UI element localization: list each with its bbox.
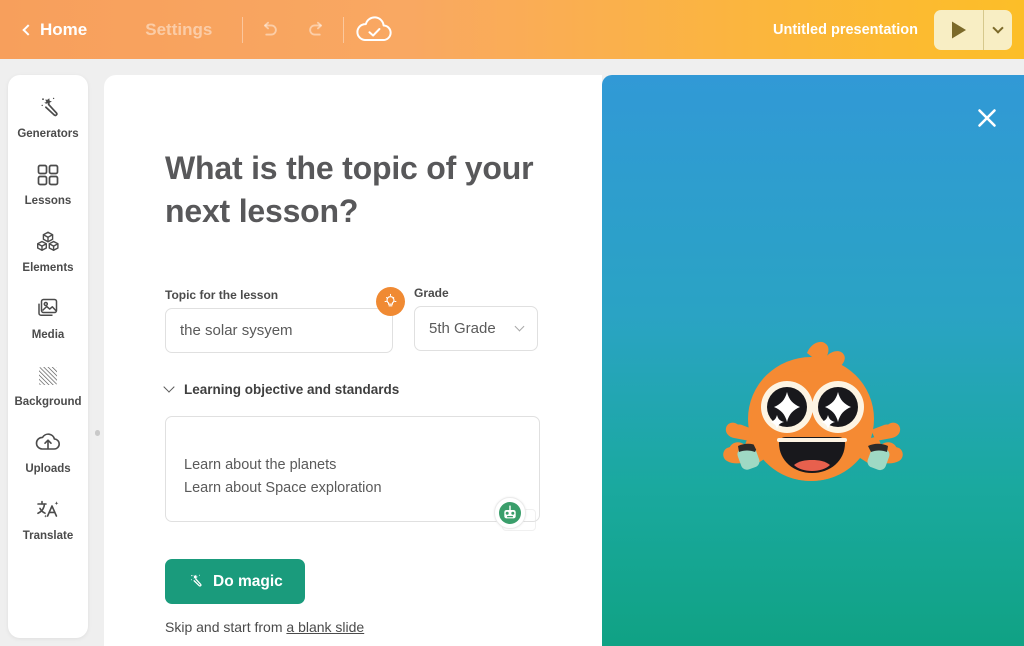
do-magic-button-label: Do magic	[213, 572, 283, 590]
sidebar-item-label: Generators	[17, 128, 79, 140]
objective-textarea-value: Learn about the planets Learn about Spac…	[184, 457, 382, 497]
sidebar-scrollbar-thumb[interactable]	[95, 430, 100, 436]
undo-button[interactable]	[245, 10, 293, 50]
topic-input[interactable]: the solar sysyem	[165, 308, 393, 353]
illustration-panel	[602, 75, 1024, 646]
close-icon	[978, 109, 996, 127]
skip-prefix-text: Skip and start from	[165, 619, 287, 635]
skip-row: Skip and start from a blank slide	[165, 619, 364, 635]
play-button[interactable]	[934, 9, 984, 50]
lightbulb-icon	[384, 293, 397, 307]
sidebar-item-label: Lessons	[24, 195, 72, 207]
present-options-button[interactable]	[984, 10, 1012, 50]
topic-field-group: Topic for the lesson the solar sysyem	[165, 288, 393, 353]
blank-slide-link[interactable]: a blank slide	[286, 619, 364, 635]
sidebar-item-media[interactable]: Media	[10, 290, 86, 345]
objective-section-title: Learning objective and standards	[184, 382, 400, 397]
chevron-down-icon	[163, 381, 175, 393]
header-divider-1	[242, 16, 244, 43]
home-button-label: Home	[40, 19, 88, 39]
topic-field-label: Topic for the lesson	[165, 288, 279, 302]
orange-mascot-star-eyes-icon	[723, 341, 903, 481]
photos-icon	[34, 294, 62, 324]
hatch-pattern-icon	[35, 361, 61, 391]
presentation-title[interactable]: Untitled presentation	[773, 22, 918, 38]
grade-select[interactable]: 5th Grade	[414, 306, 538, 351]
magic-wand-icon	[190, 574, 202, 587]
close-button[interactable]	[970, 101, 1004, 135]
assistant-button[interactable]	[494, 497, 526, 529]
undo-icon	[264, 21, 278, 35]
sidebar-item-elements[interactable]: Elements	[10, 223, 86, 278]
page-title: What is the topic of your next lesson?	[165, 150, 534, 230]
sidebar-item-label: Media	[31, 329, 65, 341]
sidebar-item-label: Elements	[22, 262, 74, 274]
chevron-left-icon	[22, 23, 34, 36]
header-left-group: Home Settings	[0, 0, 402, 59]
header-right-group: Untitled presentation	[773, 0, 1024, 59]
redo-icon	[309, 21, 323, 35]
header-divider-2	[343, 16, 345, 43]
sidebar-item-translate[interactable]: Translate	[10, 491, 86, 546]
chevron-down-icon	[514, 321, 525, 332]
settings-button[interactable]: Settings	[117, 20, 240, 40]
home-button[interactable]: Home	[22, 19, 117, 40]
grid-squares-icon	[35, 160, 61, 190]
magic-wand-icon	[34, 93, 62, 123]
topic-input-value: the solar sysyem	[180, 322, 293, 339]
translate-icon	[34, 495, 62, 525]
grade-field-group: Grade 5th Grade	[414, 286, 538, 351]
cloud-check-icon	[356, 15, 392, 41]
sidebar-item-label: Uploads	[25, 463, 71, 475]
sidebar-item-label: Translate	[22, 530, 74, 542]
sidebar-item-generators[interactable]: Generators	[10, 89, 86, 144]
topic-hint-button[interactable]	[376, 287, 405, 316]
play-icon	[951, 21, 966, 38]
objective-textarea[interactable]: Learn about the planets Learn about Spac…	[165, 416, 540, 522]
robot-icon	[499, 502, 521, 524]
objective-section-toggle[interactable]: Learning objective and standards	[163, 381, 400, 397]
grade-select-value: 5th Grade	[429, 320, 496, 337]
redo-button[interactable]	[293, 10, 341, 50]
save-status-button[interactable]	[346, 10, 402, 50]
sidebar-item-uploads[interactable]: Uploads	[10, 424, 86, 479]
grade-field-label: Grade	[414, 286, 449, 300]
present-button-group	[934, 9, 1012, 50]
cubes-icon	[34, 227, 62, 257]
sidebar-item-background[interactable]: Background	[10, 357, 86, 412]
chevron-down-icon	[992, 21, 1004, 34]
do-magic-button[interactable]: Do magic	[165, 559, 305, 604]
left-sidebar: Generators Lessons Elements Media Backgr…	[8, 75, 88, 638]
sidebar-item-lessons[interactable]: Lessons	[10, 156, 86, 211]
sidebar-scrollbar[interactable]	[94, 75, 101, 638]
app-header: Home Settings Untitled presentation	[0, 0, 1024, 59]
settings-button-label: Settings	[145, 19, 213, 39]
lesson-wizard-panel: What is the topic of your next lesson? T…	[104, 75, 602, 646]
sidebar-item-label: Background	[14, 396, 82, 408]
mascot-illustration	[683, 327, 943, 522]
cloud-upload-icon	[33, 428, 63, 458]
